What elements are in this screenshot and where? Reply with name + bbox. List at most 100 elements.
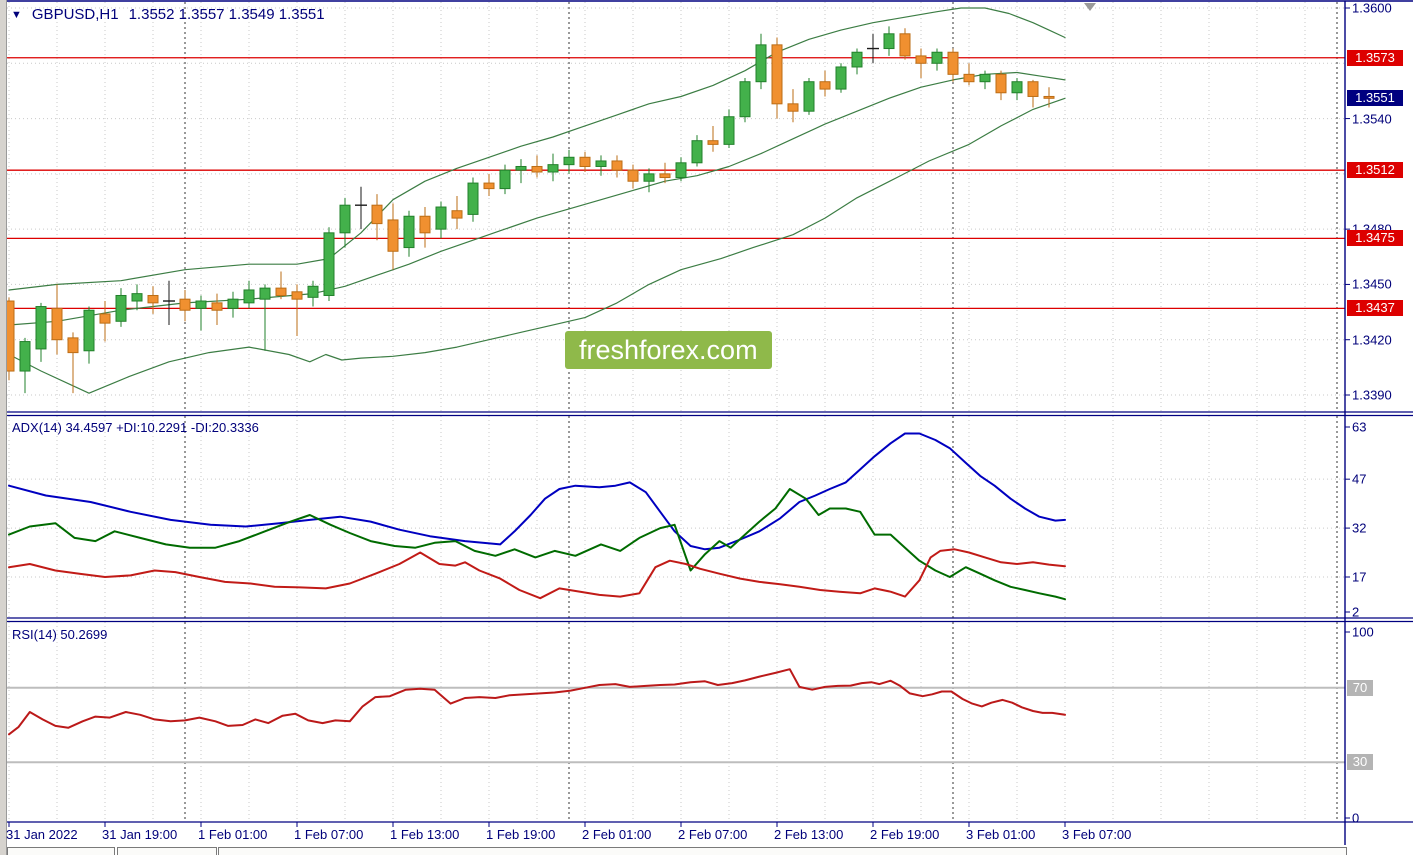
adx-line-ADX [8,432,1066,551]
ohlc-values: 1.3552 1.3557 1.3549 1.3551 [128,6,325,23]
candle-body [51,307,63,341]
time-axis-label: 2 Feb 01:00 [582,827,652,842]
adx-tick-label: 32 [1352,520,1367,536]
candle-body [419,215,431,234]
candle-body [451,210,463,219]
price-level-badge: 1.3512 [1347,162,1403,179]
candle-body [595,160,607,167]
time-axis-label: 3 Feb 07:00 [1062,827,1132,842]
candle-body [403,215,415,249]
candle-body [19,341,31,372]
candle-body [323,232,335,296]
candle-body [611,160,623,171]
candle-body [707,140,719,145]
price-level-badge: 1.3573 [1347,49,1403,66]
candle-body [803,81,815,112]
candle-body [723,116,735,145]
candle-body [915,55,927,64]
adx-tick-label: 63 [1352,419,1367,435]
time-axis-label: 31 Jan 19:00 [102,827,178,842]
candle-body [531,165,543,173]
candle-body [67,337,79,354]
candle-body [659,173,671,179]
candle-body [675,162,687,179]
candle-body [579,156,591,167]
candle-body [371,204,383,225]
candle-body [275,287,287,296]
candle-body [739,81,751,118]
candle-body [1011,81,1023,94]
time-axis-label: 1 Feb 19:00 [486,827,556,842]
price-tick-label: 1.3600 [1352,0,1392,16]
time-axis-label: 2 Feb 13:00 [774,827,844,842]
candle-body [131,293,143,302]
candle-body [211,302,223,311]
candle-body [563,156,575,166]
candle-body [947,51,959,75]
rsi-tick-label: 100 [1352,624,1374,640]
time-axis-label: 1 Feb 13:00 [390,827,460,842]
candle-body [643,173,655,182]
bottom-tab[interactable] [7,847,115,855]
candle-body [835,66,847,90]
candle-body [819,81,831,90]
candle-body [1027,81,1039,97]
time-axis-label: 1 Feb 01:00 [198,827,268,842]
candle-body [35,306,47,350]
price-tick-label: 1.3390 [1352,387,1392,403]
time-axis-label: 1 Feb 07:00 [294,827,364,842]
candle-body [1043,95,1055,99]
price-tick-label: 1.3450 [1352,276,1392,292]
bottom-tab[interactable] [117,847,217,855]
freshforex-watermark: freshforex.com [565,331,772,369]
candle-body [851,51,863,68]
candle-body [771,44,783,105]
candle-body [291,291,303,300]
price-tick-label: 1.3420 [1352,332,1392,348]
window-left-edge [0,0,7,855]
time-axis-label: 2 Feb 19:00 [870,827,940,842]
price-level-badge: 1.3437 [1347,300,1403,317]
adx-tick-label: 17 [1352,569,1367,585]
candle-body [435,206,447,230]
price-tick-label: 1.3540 [1352,111,1392,127]
rsi-indicator-label: RSI(14) 50.2699 [12,627,108,642]
candle-body [243,289,255,304]
symbol-timeframe-label: GBPUSD,H1 [31,6,119,23]
adx-tick-label: 47 [1352,471,1367,487]
candle-body [307,285,319,298]
chart-shift-marker-icon[interactable] [1084,3,1096,11]
candle-body [963,73,975,83]
candle-body [227,298,239,309]
price-level-badge: 1.3475 [1347,230,1403,247]
mt4-chart-window: ▼ GBPUSD,H1 1.3552 1.3557 1.3549 1.3551 … [0,0,1413,855]
candle-body [387,219,399,252]
candle-body [483,182,495,190]
candle-body [691,140,703,164]
adx-tick-label: 2 [1352,604,1360,620]
candle-body [99,313,111,324]
candle-body [467,182,479,215]
candle-body [899,33,911,57]
candle-body [883,33,895,50]
candle-body [547,164,559,173]
candle-body [115,294,127,322]
candle-body [259,287,271,300]
rsi-level-badge: 30 [1347,754,1373,771]
candle-body [755,44,767,83]
candle-body [931,51,943,64]
adx-indicator-label: ADX(14) 34.4597 +DI:10.2291 -DI:20.3336 [12,420,259,435]
candle-body [627,169,639,182]
time-axis-label: 3 Feb 01:00 [966,827,1036,842]
candle-body [339,204,351,234]
rsi-level-badge: 70 [1347,679,1373,696]
rsi-tick-label: 0 [1352,810,1360,826]
candle-body [499,169,511,190]
chart-title: ▼ GBPUSD,H1 1.3552 1.3557 1.3549 1.3551 [11,6,325,23]
candle-body [979,73,991,83]
candle-body [195,300,207,309]
candle-body [515,165,527,171]
collapse-chart-icon[interactable]: ▼ [11,9,22,21]
time-axis-label: 2 Feb 07:00 [678,827,748,842]
candle-body [179,298,191,311]
